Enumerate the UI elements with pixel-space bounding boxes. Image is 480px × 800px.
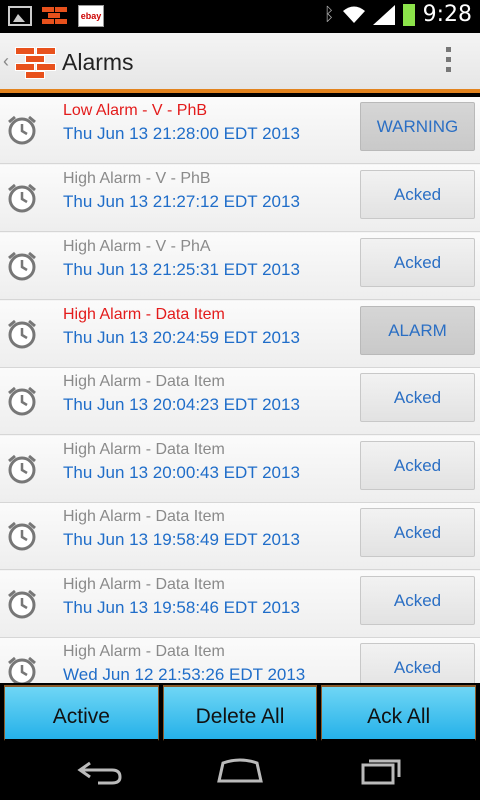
alarm-row[interactable]: High Alarm - Data Item Thu Jun 13 20:24:… [0,301,480,368]
alarm-row[interactable]: High Alarm - Data Item Thu Jun 13 19:58:… [0,571,480,638]
alarm-row[interactable]: High Alarm - Data Item Wed Jun 12 21:53:… [0,638,480,683]
navigation-bar [0,741,480,800]
alarm-row[interactable]: High Alarm - Data Item Thu Jun 13 20:04:… [0,368,480,435]
alarm-timestamp: Wed Jun 12 21:53:26 EDT 2013 [63,665,306,683]
acked-button[interactable]: Acked [360,576,475,625]
alarm-clock-icon [8,115,36,145]
acked-button[interactable]: Acked [360,373,475,422]
action-bar: ‹ Alarms [0,33,480,93]
acked-button[interactable]: Acked [360,643,475,683]
alarm-row[interactable]: High Alarm - V - PhA Thu Jun 13 21:25:31… [0,233,480,300]
warning-button[interactable]: WARNING [360,102,475,151]
alarm-title: High Alarm - Data Item [63,576,225,593]
alarm-clock-icon [8,251,36,281]
acked-button[interactable]: Acked [360,441,475,490]
alarm-title: High Alarm - Data Item [63,373,225,390]
alarm-clock-icon [8,386,36,416]
alarm-row[interactable]: High Alarm - Data Item Thu Jun 13 19:58:… [0,503,480,570]
alarm-timestamp: Thu Jun 13 20:24:59 EDT 2013 [63,328,300,347]
active-button[interactable]: Active [4,685,159,741]
alarm-title: High Alarm - Data Item [63,643,225,660]
alarm-timestamp: Thu Jun 13 19:58:49 EDT 2013 [63,530,300,549]
alarm-title: High Alarm - Data Item [63,306,225,323]
alarm-row[interactable]: Low Alarm - V - PhB Thu Jun 13 21:28:00 … [0,97,480,164]
alarm-title: High Alarm - V - PhA [63,238,211,255]
alarm-clock-icon [8,319,36,349]
alarm-clock-icon [8,521,36,551]
ebay-icon: ebay [78,5,104,27]
signal-icon [372,4,395,25]
alarm-timestamp: Thu Jun 13 21:27:12 EDT 2013 [63,192,300,211]
alarm-timestamp: Thu Jun 13 21:25:31 EDT 2013 [63,260,300,279]
ack-all-button[interactable]: Ack All [321,685,477,741]
alarm-clock-icon [8,183,36,213]
delete-all-button[interactable]: Delete All [162,685,318,741]
alarm-clock-icon [8,656,36,683]
app-logo-icon[interactable] [15,47,57,79]
alarm-clock-icon [8,454,36,484]
acked-button[interactable]: Acked [360,508,475,557]
alarm-list[interactable]: Low Alarm - V - PhB Thu Jun 13 21:28:00 … [0,97,480,683]
overflow-menu-icon[interactable] [446,47,452,75]
alarm-button[interactable]: ALARM [360,306,475,355]
alarm-timestamp: Thu Jun 13 19:58:46 EDT 2013 [63,598,300,617]
brick-app-icon [42,7,68,25]
acked-button[interactable]: Acked [360,170,475,219]
alarm-title: High Alarm - V - PhB [63,170,211,187]
back-icon[interactable] [76,755,126,787]
bluetooth-icon: ᛒ [323,4,335,24]
status-bar: ebay ᛒ 9:28 [0,0,480,33]
alarm-timestamp: Thu Jun 13 20:00:43 EDT 2013 [63,463,300,482]
alarm-timestamp: Thu Jun 13 21:28:00 EDT 2013 [63,124,300,143]
alarm-clock-icon [8,589,36,619]
clock: 9:28 [422,2,472,27]
home-icon[interactable] [215,755,265,787]
page-title: Alarms [62,49,134,75]
alarm-row[interactable]: High Alarm - Data Item Thu Jun 13 20:00:… [0,436,480,503]
acked-button[interactable]: Acked [360,238,475,287]
bottom-toolbar: Active Delete All Ack All [0,683,480,741]
alarm-title: High Alarm - Data Item [63,441,225,458]
alarm-title: Low Alarm - V - PhB [63,102,208,119]
alarm-row[interactable]: High Alarm - V - PhB Thu Jun 13 21:27:12… [0,165,480,232]
recent-apps-icon[interactable] [357,755,407,787]
alarm-timestamp: Thu Jun 13 20:04:23 EDT 2013 [63,395,300,414]
wifi-icon [342,6,365,23]
alarm-title: High Alarm - Data Item [63,508,225,525]
gallery-icon [8,6,32,26]
back-chevron-icon[interactable]: ‹ [3,51,9,72]
battery-icon [402,3,415,26]
